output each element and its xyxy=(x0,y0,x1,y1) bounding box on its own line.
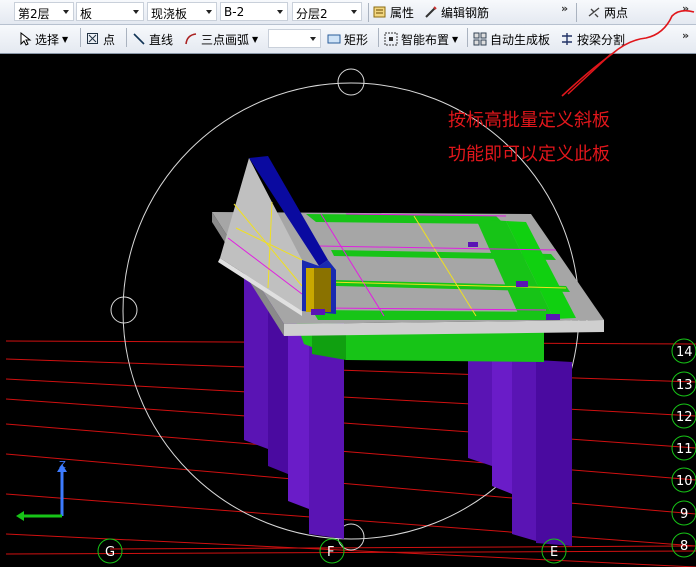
drawing-toolbar: 选择 ▼ 点 直线 三点画弧 ▼ 矩形 智能布置 ▼ 自动生成板 按梁分割 » xyxy=(0,25,696,54)
row-axis-label: 11 xyxy=(676,442,693,457)
short-column xyxy=(306,268,331,312)
row-axis-label: 9 xyxy=(680,507,688,522)
component-subtype-select[interactable]: 现浇板 xyxy=(147,2,217,21)
column-axis-label: G xyxy=(105,545,115,560)
arc-icon xyxy=(185,33,197,45)
component-type-select[interactable]: 板 xyxy=(76,2,144,21)
toolbar-divider xyxy=(126,28,127,47)
z-axis-label: Z xyxy=(59,460,66,471)
two-points-button[interactable]: 两点 xyxy=(587,2,628,22)
properties-label: 属性 xyxy=(390,5,415,20)
component-type-value: 板 xyxy=(80,7,93,21)
rectangle-icon xyxy=(327,34,341,44)
row-axis-label: 10 xyxy=(676,474,693,489)
point-button[interactable]: 点 xyxy=(86,29,115,49)
chevron-down-icon xyxy=(203,4,215,19)
chevron-double-right-icon[interactable]: » xyxy=(682,29,689,42)
two-points-icon xyxy=(588,7,600,18)
auto-generate-slab-button[interactable]: 自动生成板 xyxy=(473,29,550,49)
split-by-beam-label: 按梁分割 xyxy=(577,32,626,47)
3d-viewport[interactable]: G F E 14 13 12 11 10 9 8 Z 按标高批量定义斜板 功能即… xyxy=(6,54,696,567)
split-by-beam-button[interactable]: 按梁分割 xyxy=(560,29,625,49)
chevron-down-icon xyxy=(130,4,142,19)
properties-button[interactable]: 属性 xyxy=(373,2,414,22)
properties-icon xyxy=(373,6,386,18)
component-name-value: B-2 xyxy=(224,5,245,19)
cursor-arrow-icon xyxy=(20,32,32,46)
annotation-text-line-2: 功能即可以定义此板 xyxy=(448,144,610,165)
column-axis-label: E xyxy=(550,545,558,560)
three-point-arc-button[interactable]: 三点画弧 ▼ xyxy=(184,29,258,49)
grid-slab-icon xyxy=(473,32,487,46)
toolbar-divider xyxy=(576,3,577,22)
column-axis-label: F xyxy=(327,545,334,560)
select-label: 选择 xyxy=(35,32,60,47)
row-axis-label: 13 xyxy=(676,378,693,393)
edit-rebar-label: 编辑钢筋 xyxy=(441,5,490,20)
toolbar-divider xyxy=(368,3,369,22)
chevron-down-icon: ▼ xyxy=(452,34,459,44)
arc-mode-select[interactable] xyxy=(268,29,321,48)
row-axis-label: 14 xyxy=(676,345,693,360)
coordinate-triad: Z xyxy=(16,460,67,521)
line-icon xyxy=(133,33,145,45)
toolbar-divider xyxy=(80,28,81,47)
line-button[interactable]: 直线 xyxy=(132,29,173,49)
edit-rebar-button[interactable]: 编辑钢筋 xyxy=(424,2,489,22)
layer-select-value: 分层2 xyxy=(296,7,328,21)
chevron-down-icon: ▼ xyxy=(252,34,259,44)
annotation-text-line-1: 按标高批量定义斜板 xyxy=(448,110,610,131)
component-subtype-value: 现浇板 xyxy=(151,7,188,21)
arc-label: 三点画弧 xyxy=(201,32,250,47)
toolbar-divider xyxy=(467,28,468,47)
line-label: 直线 xyxy=(149,32,174,47)
point-label: 点 xyxy=(103,32,116,47)
axis-grid-lines xyxy=(6,340,696,567)
auto-generate-slab-label: 自动生成板 xyxy=(490,32,551,47)
chevron-down-icon xyxy=(60,4,72,19)
rectangle-button[interactable]: 矩形 xyxy=(327,29,368,49)
row-axis-label: 12 xyxy=(676,410,693,425)
select-button[interactable]: 选择 ▼ xyxy=(18,29,68,49)
floor-select-value: 第2层 xyxy=(18,7,50,21)
split-beam-icon xyxy=(562,33,572,45)
chevron-down-icon xyxy=(274,4,286,19)
floor-select[interactable]: 第2层 xyxy=(14,2,74,21)
annotation-arrow xyxy=(567,54,613,95)
row-axis-label: 8 xyxy=(680,539,688,554)
smart-layout-button[interactable]: 智能布置 ▼ xyxy=(384,29,458,49)
point-icon xyxy=(87,33,98,44)
chevron-double-right-icon[interactable]: » xyxy=(682,2,689,15)
toolbar-divider xyxy=(378,28,379,47)
chevron-down-icon xyxy=(307,31,319,46)
component-name-select[interactable]: B-2 xyxy=(220,2,288,21)
smart-layout-icon xyxy=(384,32,398,46)
chevron-down-icon xyxy=(348,4,360,19)
chevron-down-icon: ▼ xyxy=(62,34,69,44)
smart-layout-label: 智能布置 xyxy=(401,32,450,47)
rectangle-label: 矩形 xyxy=(344,32,369,47)
two-points-label: 两点 xyxy=(604,5,629,20)
layer-select[interactable]: 分层2 xyxy=(292,2,362,21)
properties-toolbar: 第2层 板 现浇板 B-2 分层2 属性 编辑钢筋 » 两点 » xyxy=(0,0,696,25)
edit-rebar-icon xyxy=(425,6,437,18)
chevron-double-right-icon[interactable]: » xyxy=(561,2,568,15)
